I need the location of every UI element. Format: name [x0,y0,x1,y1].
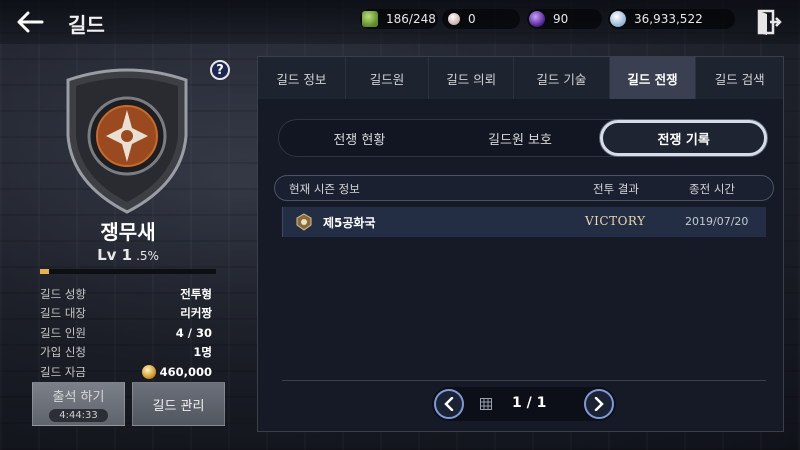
dark-orb-display: 90 [527,9,602,29]
exp-percent: .5% [136,249,159,263]
next-page-button[interactable] [584,389,614,419]
pearl-icon [448,13,460,25]
stat-row-tendency: 길드 성향 전투형 [40,286,212,301]
tab-members[interactable]: 길드원 [346,57,430,99]
war-segment-control: 전쟁 현황 길드원 보호 전쟁 기록 [278,119,768,157]
column-season-info: 현재 시즌 정보 [289,182,360,196]
tab-requests[interactable]: 길드 의뢰 [429,57,515,99]
attend-timer: 4:44:33 [49,409,108,422]
prev-page-button[interactable] [434,389,464,419]
guild-name: 쟁무새 [100,220,156,244]
exp-bar-fill [40,269,49,274]
battle-result: VICTORY [585,214,646,228]
help-icon[interactable]: ? [210,60,230,80]
top-bar: 길드 186/248 0 90 36,933,522 [0,0,800,44]
pagination: 1 / 1 [432,387,616,421]
stat-row-leader: 길드 대장 리커짱 [40,306,212,321]
column-battle-result: 전투 결과 [593,182,639,196]
silver-display: 36,933,522 [608,9,735,29]
pearl-display: 0 [442,9,520,29]
dark-orb-icon [529,11,545,27]
page-indicator: 1 / 1 [512,395,547,411]
tab-guild-search[interactable]: 길드 검색 [696,57,783,99]
guild-stats: 길드 성향 전투형 길드 대장 리커짱 길드 인원 4 / 30 가입 신청 1… [40,284,212,382]
guild-manage-button[interactable]: 길드 관리 [132,382,225,426]
chevron-right-icon [594,397,604,411]
attend-button[interactable]: 출석 하기 4:44:33 [32,382,125,426]
guild-emblem [66,68,188,214]
exit-button[interactable] [756,8,782,36]
tab-guild-war[interactable]: 길드 전쟁 [609,57,697,99]
tab-skills[interactable]: 길드 기술 [514,57,610,99]
guild-level: Lv 1.5% [0,246,256,264]
back-button[interactable] [14,8,46,36]
opponent-guild-name: 제5공화국 [323,216,376,230]
grid-icon [480,398,492,410]
table-header: 현재 시즌 정보 전투 결과 종전 시간 [274,175,774,201]
table-row[interactable]: 제5공화국 VICTORY 2019/07/20 [282,207,766,237]
stat-row-applications: 가입 신청 1명 [40,345,212,360]
divider [282,380,766,381]
guild-panel: 길드 정보 길드원 길드 의뢰 길드 기술 길드 전쟁 길드 검색 전쟁 현황 … [257,56,784,432]
guild-badge-icon [296,213,312,231]
gold-coin-icon [141,364,156,379]
column-end-time: 종전 시간 [689,182,735,196]
level-label: Lv 1 [97,246,133,264]
tab-guild-info[interactable]: 길드 정보 [258,57,346,99]
end-date: 2019/07/20 [685,215,749,228]
segment-war-record[interactable]: 전쟁 기록 [600,120,768,156]
stat-row-funds: 길드 자금 460,000 [40,364,212,379]
back-arrow-icon [17,11,44,33]
stamina-display: 186/248 [360,9,438,29]
page-title: 길드 [68,13,105,37]
chevron-left-icon [444,397,454,411]
segment-war-status[interactable]: 전쟁 현황 [279,120,440,156]
exit-door-icon [757,9,782,35]
tab-bar: 길드 정보 길드원 길드 의뢰 길드 기술 길드 전쟁 길드 검색 [258,57,783,99]
stamina-icon [362,11,378,27]
exp-bar [40,269,216,274]
segment-member-protection[interactable]: 길드원 보호 [440,120,601,156]
silver-coin-icon [610,11,626,27]
stat-row-members: 길드 인원 4 / 30 [40,325,212,340]
